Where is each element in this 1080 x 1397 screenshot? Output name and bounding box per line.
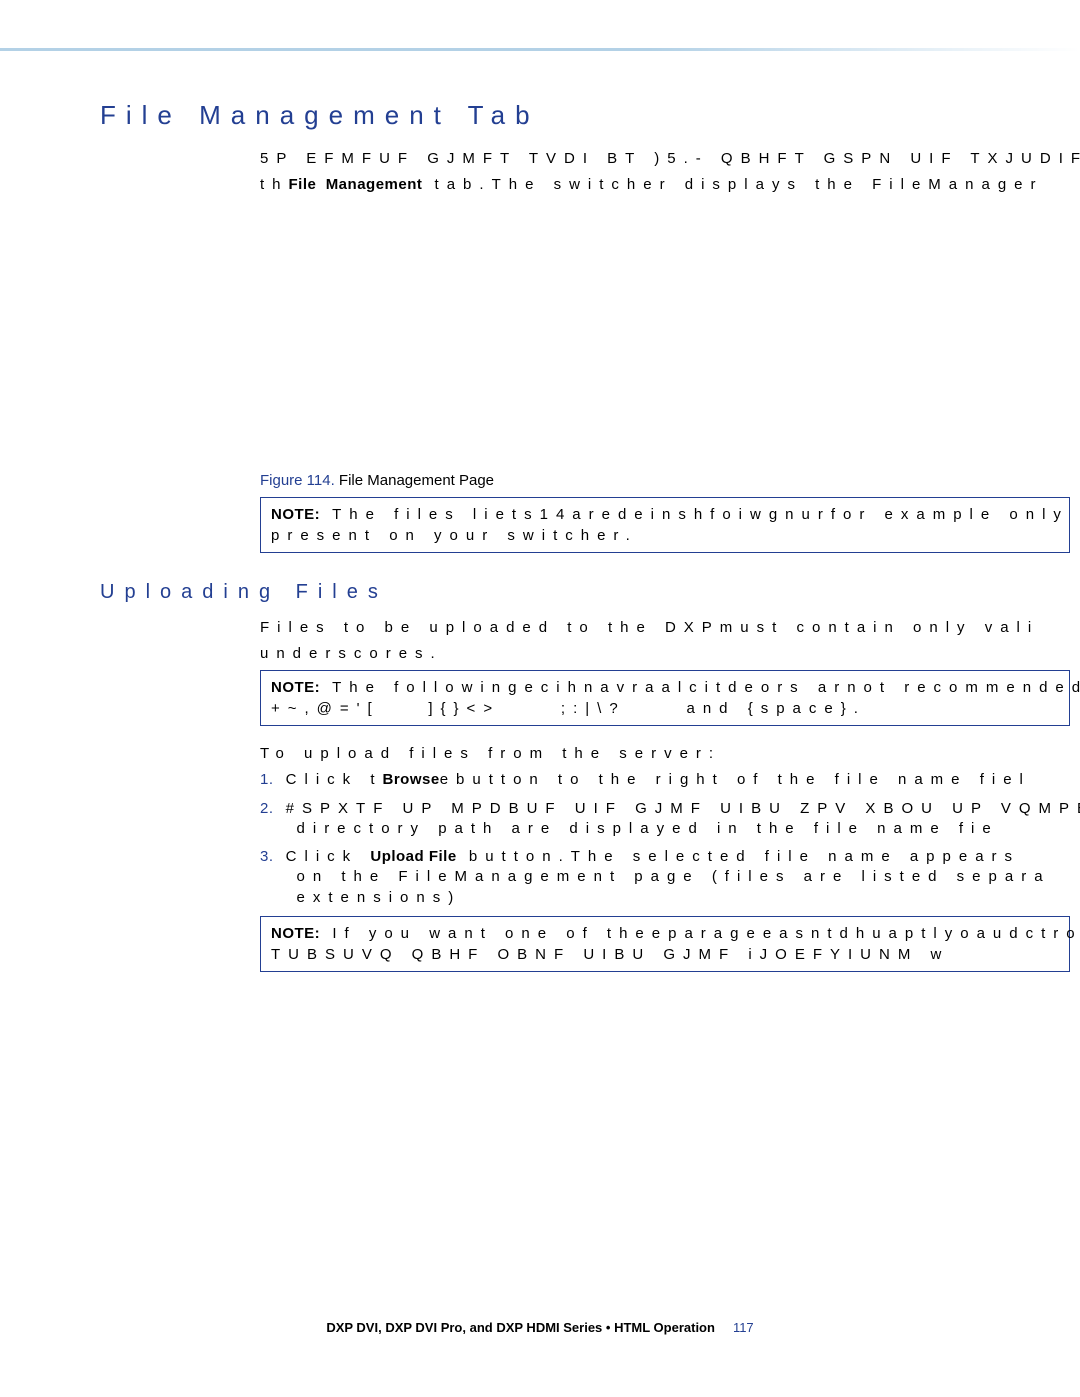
page-content: File Management Tab 5P EFMFUF GJMFT TVDI… [100,100,1070,990]
footer-title: DXP DVI, DXP DVI Pro, and DXP HDMI Serie… [326,1320,715,1335]
step-number: 1. [260,771,274,788]
upload-file-label: Upload File [370,848,456,865]
note2-line1: The followingecihnavraalcitdeors arnot r… [320,679,1080,696]
figure-title: File Management Page [335,472,494,489]
figure-placeholder [100,202,1070,472]
intro-rest: tab.The switcher displays the FileManage… [435,176,1044,193]
note-label: NOTE: [271,679,320,696]
step-number: 2. [260,800,274,817]
note-label: NOTE: [271,506,320,523]
file-management-label: File Management [289,176,423,193]
note1-line2: present on your switcher. [271,527,638,544]
intro-line-1: 5P EFMFUF GJMFT TVDI BT )5.- QBHFT GSPN … [260,149,1070,169]
note2-line2: +~,@='[ ]{}<> ;:|\? and {space}. [271,700,866,717]
step1-b: ebutton to the right of the file name fi… [440,771,1031,788]
upload-line-1: Files to be uploaded to the DXPmust cont… [260,618,1070,638]
step-2: 2. #SPXTF UP MPDBUF UIF GJMF UIBU ZPV XB… [260,799,1070,840]
note-box-1: NOTE: The files liets14aredeinshfoiwgnur… [260,497,1070,553]
step3-a: Click [274,848,359,865]
figure-number: Figure 114. [260,472,335,489]
page-number: 117 [733,1320,754,1335]
step-1: 1. Click tBrowseebutton to the right of … [260,770,1070,790]
page-footer: DXP DVI, DXP DVI Pro, and DXP HDMI Serie… [0,1320,1080,1335]
heading-file-management-tab: File Management Tab [100,100,1070,131]
step3-b: button.The selected file name appears [457,848,1020,865]
step2-b: directory path are displayed in the file… [297,820,999,837]
note3-line2: TUBSUVQ QBHF OBNF UIBU GJMF iJOEFYIUNM w [271,946,949,963]
note-box-2: NOTE: The followingecihnavraalcitdeors a… [260,670,1070,726]
step-number: 3. [260,848,274,865]
step3-d: extensions) [297,889,462,906]
note-box-3: NOTE: If you want one of theeparageeasnt… [260,916,1070,972]
step-3: 3. Click Upload File button.The selected… [260,847,1070,908]
top-border [0,48,1080,51]
upload-line-2: underscores. [260,644,1070,664]
heading-uploading-files: Uploading Files [100,581,1070,604]
intro-prefix: th [260,176,289,193]
step1-a: Click t [274,771,383,788]
step3-c: on the FileManagement page (files are li… [297,868,1051,885]
intro-line-2: thFile Management tab.The switcher displ… [260,175,1070,195]
browse-label: Browse [383,771,440,788]
to-upload-line: To upload files from the server: [260,744,1070,764]
note3-line1: If you want one of theeparageeasntdhuapt… [320,925,1080,942]
note-label: NOTE: [271,925,320,942]
note1-line1: The files liets14aredeinshfoiwgnurfor ex… [320,506,1080,523]
step2-a: #SPXTF UP MPDBUF UIF GJMF UIBU ZPV XBOU … [274,800,1080,817]
figure-caption: Figure 114. File Management Page [260,472,1070,489]
